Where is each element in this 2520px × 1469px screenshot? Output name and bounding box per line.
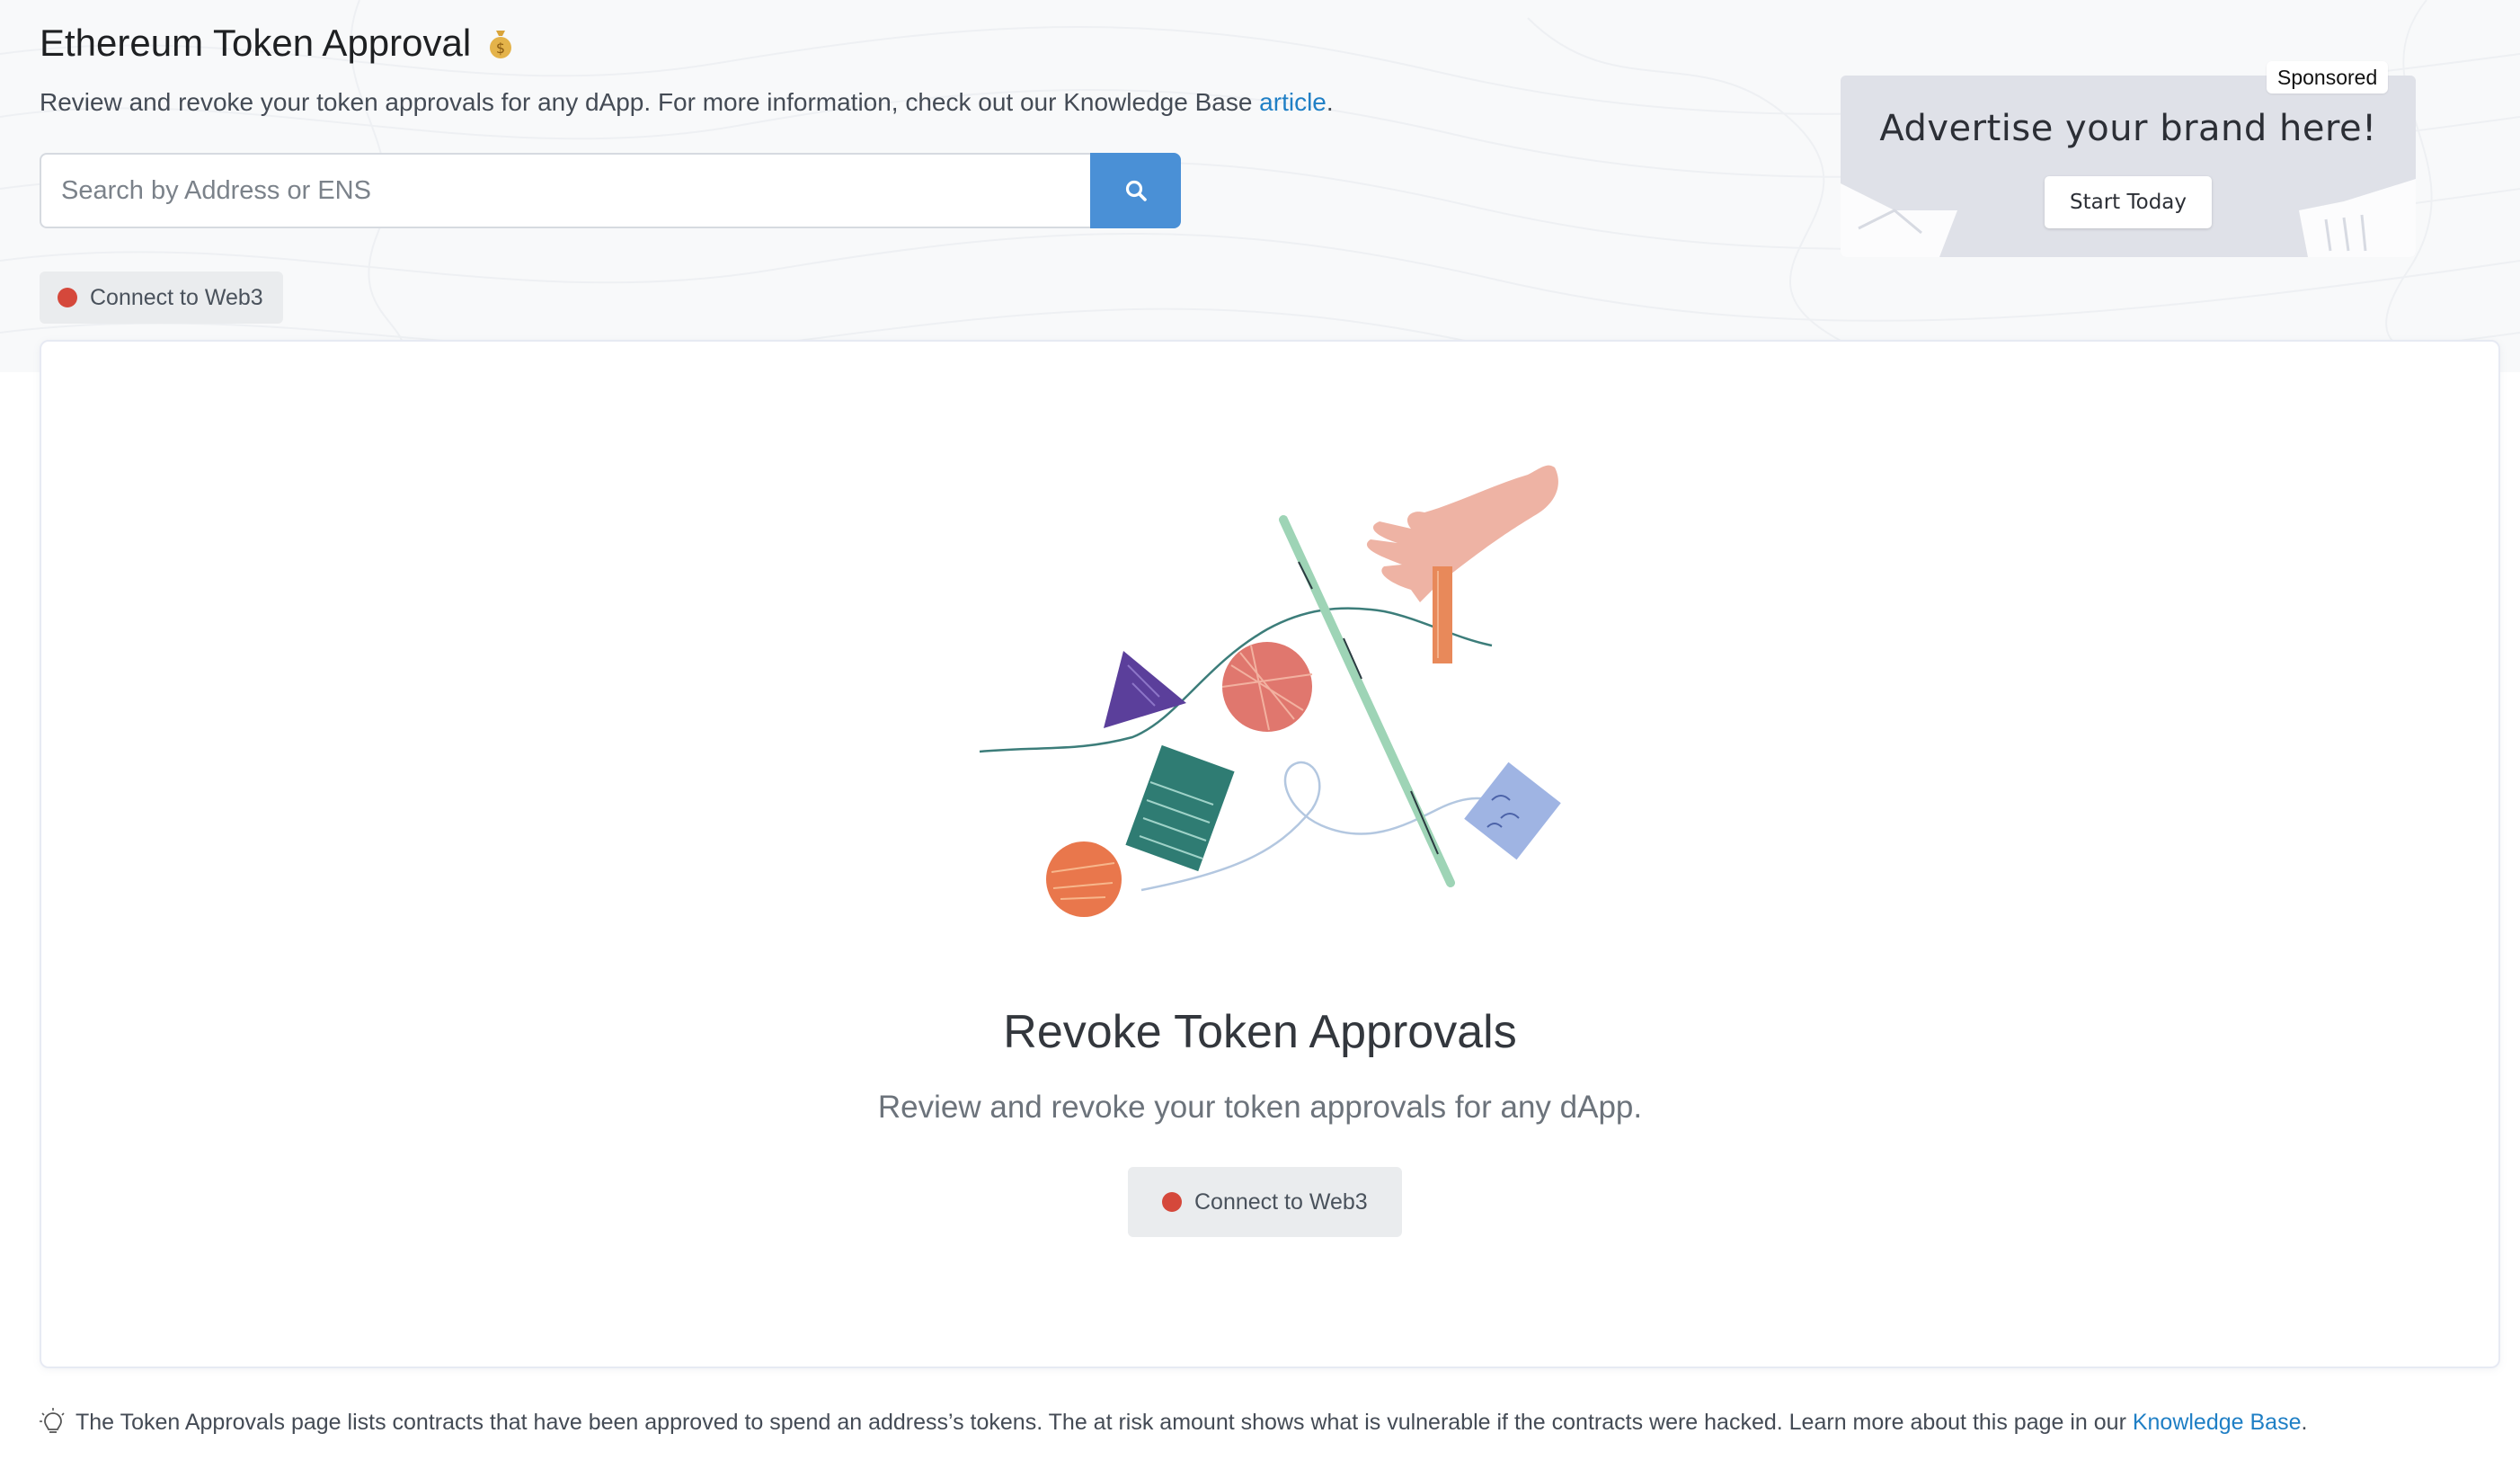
sponsored-badge: Sponsored [2267, 61, 2389, 93]
revoke-illustration [979, 465, 1561, 917]
lightbulb-icon [40, 1408, 65, 1433]
search-input[interactable] [40, 153, 1090, 228]
article-link[interactable]: article [1259, 88, 1327, 116]
page-subtitle: Review and revoke your token approvals f… [40, 88, 1334, 117]
search-bar [40, 153, 1181, 228]
knowledge-base-link[interactable]: Knowledge Base [2133, 1410, 2302, 1435]
status-dot-icon [58, 288, 77, 307]
subtitle-end: . [1326, 88, 1334, 116]
page-title-text: Ethereum Token Approval [40, 22, 472, 64]
start-today-button[interactable]: Start Today [2045, 176, 2212, 228]
connect-web3-button[interactable]: Connect to Web3 [40, 272, 283, 324]
search-button[interactable] [1090, 153, 1181, 228]
card-title: Revoke Token Approvals [1003, 1006, 1517, 1058]
money-bag-icon: $ [490, 31, 512, 58]
footer-text-body: The Token Approvals page lists contracts… [75, 1409, 2133, 1435]
connect-web3-main-button[interactable]: Connect to Web3 [1128, 1167, 1402, 1237]
connect-web3-main-label: Connect to Web3 [1194, 1189, 1368, 1215]
ad-headline: Advertise your brand here! [1879, 108, 2377, 149]
subtitle-text: Review and revoke your token approvals f… [40, 88, 1260, 116]
page-title: Ethereum Token Approval $ [40, 22, 514, 65]
ad-banner[interactable]: Advertise your brand here! Start Today [1841, 76, 2416, 257]
footer-note: The Token Approvals page lists contracts… [40, 1408, 2307, 1437]
ad-decoration-icon [1841, 179, 2416, 257]
svg-text:$: $ [496, 40, 505, 57]
footer-text: The Token Approvals page lists contracts… [75, 1410, 2307, 1436]
card-description: Review and revoke your token approvals f… [877, 1090, 1643, 1125]
search-icon [1125, 180, 1147, 201]
footer-end: . [2301, 1409, 2308, 1435]
status-dot-icon [1162, 1192, 1182, 1212]
connect-web3-label: Connect to Web3 [90, 284, 263, 310]
